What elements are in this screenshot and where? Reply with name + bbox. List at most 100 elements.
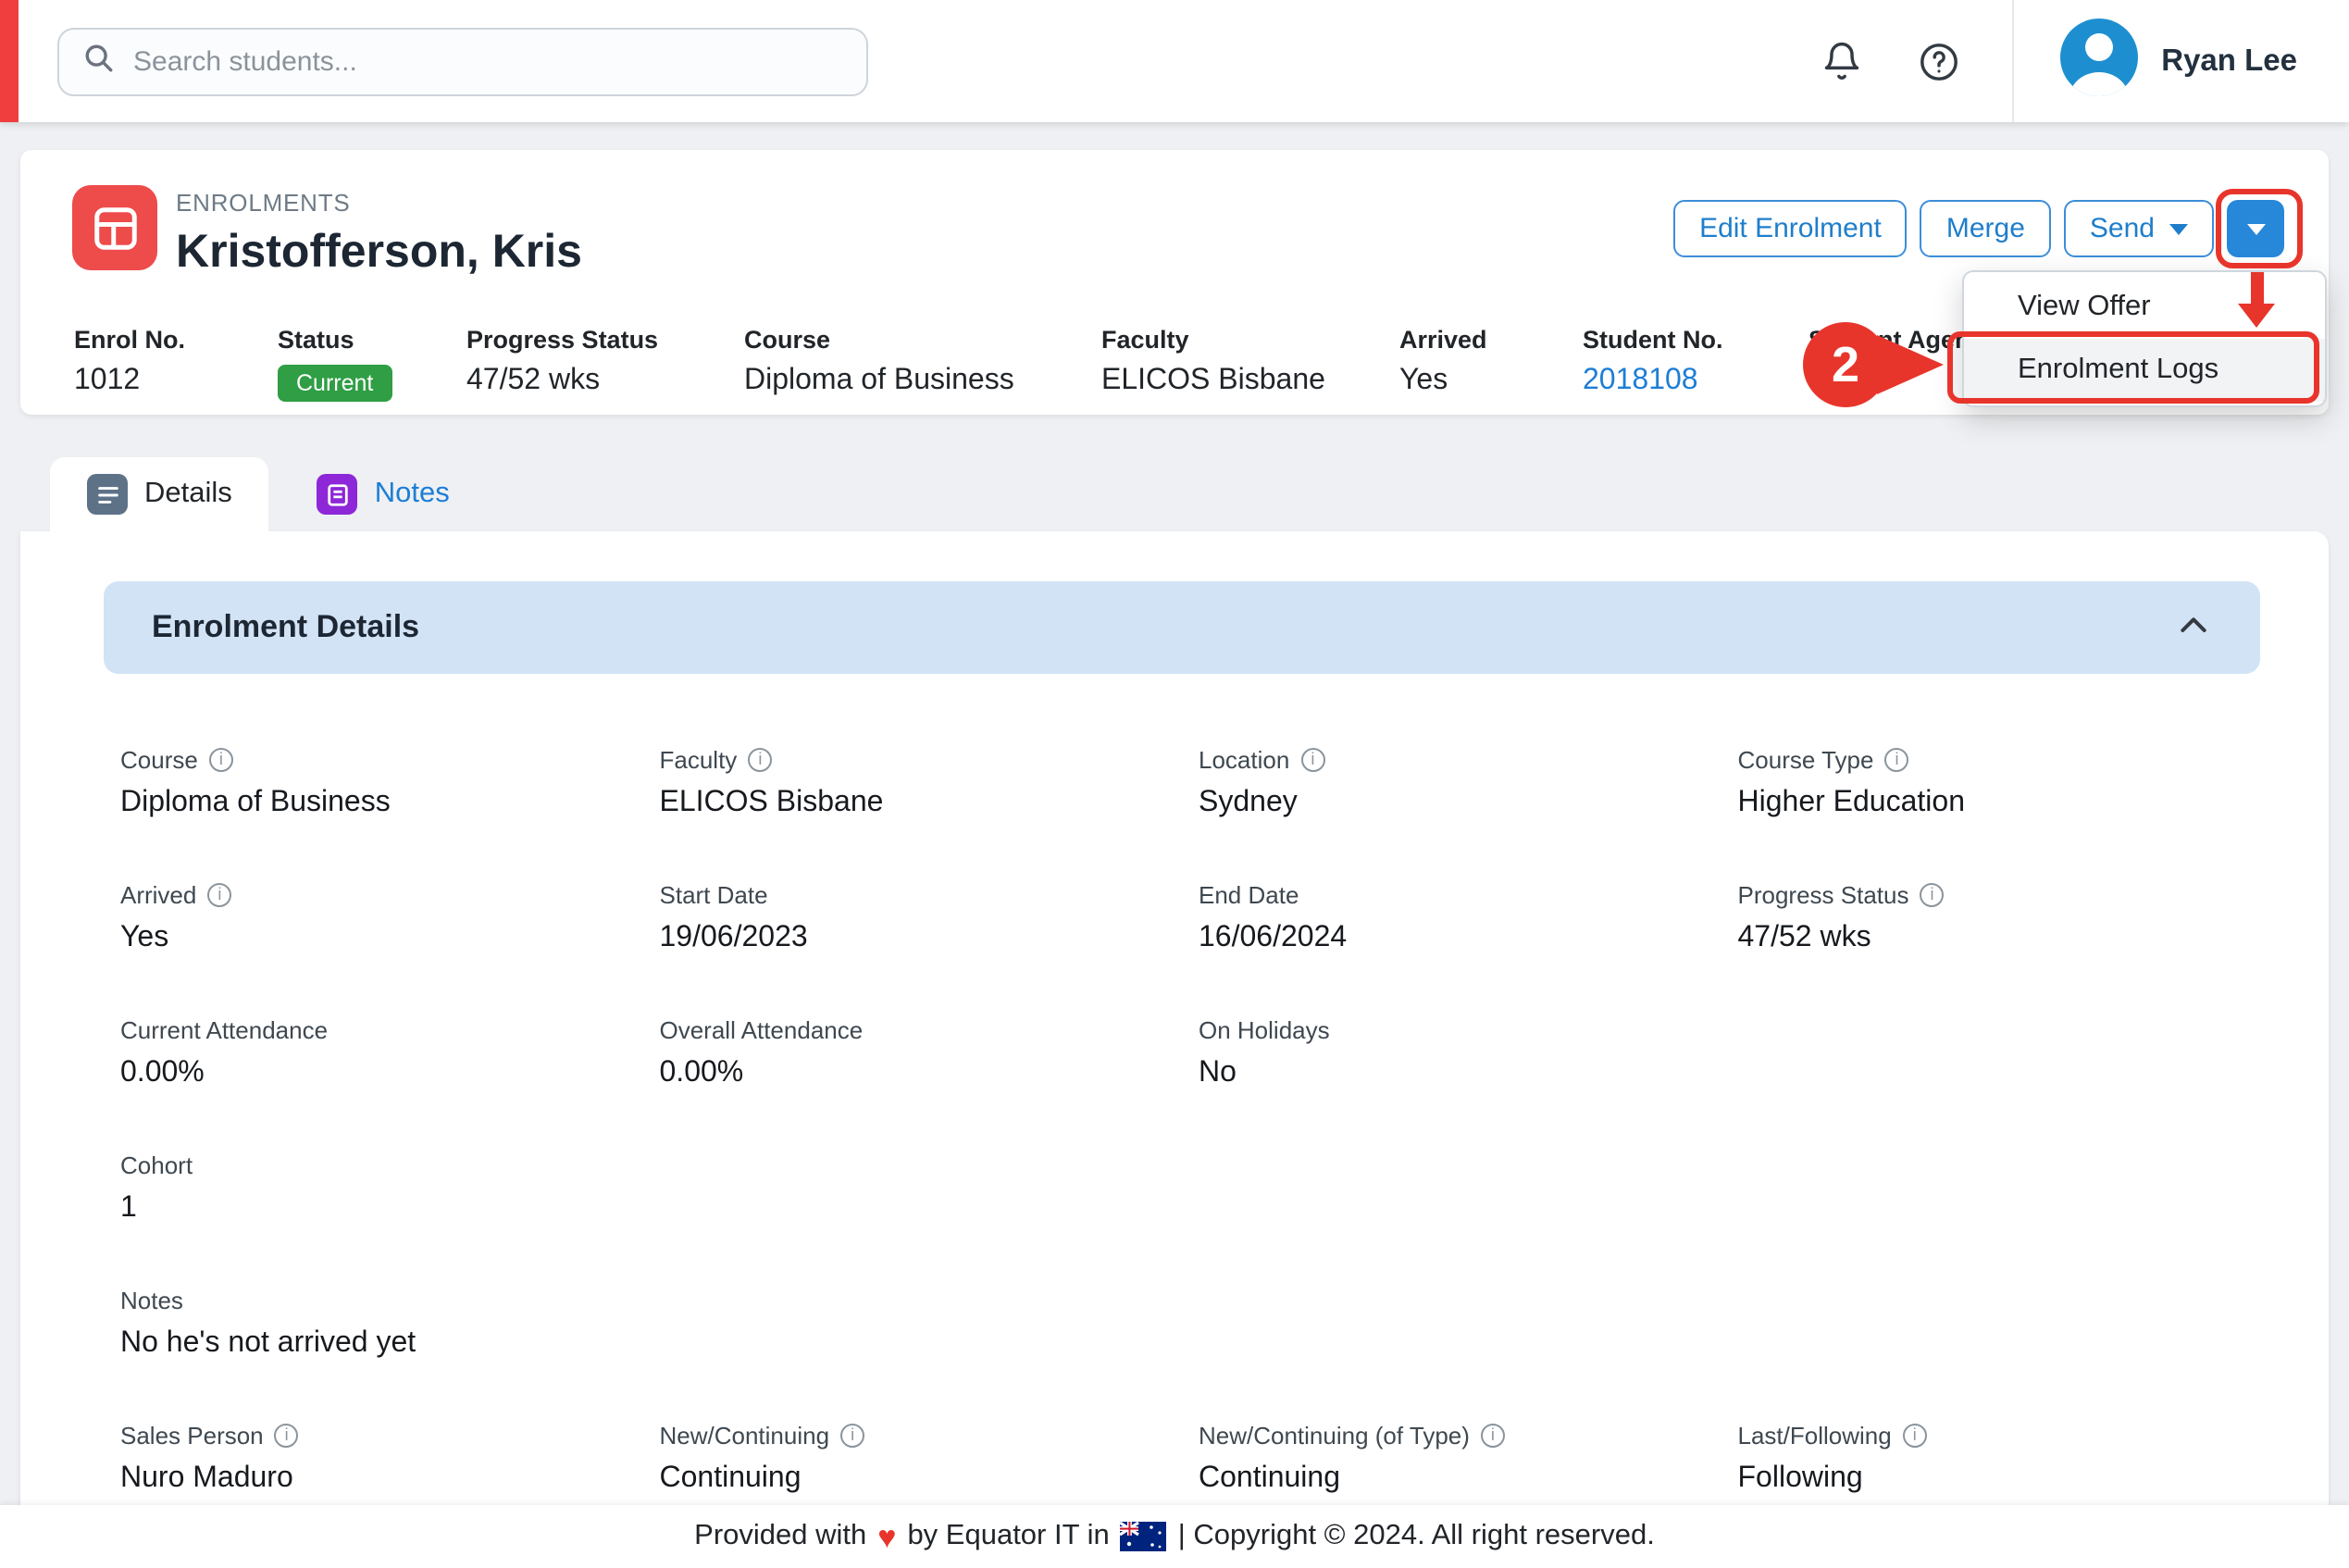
chevron-up-icon (2175, 606, 2212, 649)
enrolment-details-section-header[interactable]: Enrolment Details (104, 581, 2260, 674)
send-button[interactable]: Send (2064, 200, 2214, 257)
field-on-holidays: On Holidays No (1182, 1016, 1721, 1100)
caret-down-icon (2169, 223, 2188, 234)
info-icon[interactable]: i (748, 748, 772, 772)
info-icon[interactable]: i (1300, 748, 1324, 772)
app-root: Ryan Lee ENROLMENTS Kristofferson, Kris … (0, 0, 2349, 1568)
field-value: Continuing (660, 1462, 1183, 1496)
info-icon[interactable]: i (207, 883, 231, 907)
footer: Provided with ♥ by Equator IT in (0, 1505, 2349, 1568)
search-input[interactable] (133, 46, 842, 78)
header-actions: Edit Enrolment Merge Send (1673, 200, 2284, 257)
field-empty (643, 1151, 1183, 1235)
section-title: Enrolment Details (152, 609, 2175, 646)
field-label: Notes (120, 1287, 643, 1314)
search-box[interactable] (57, 28, 868, 96)
info-icon[interactable]: i (275, 1424, 299, 1448)
field-last-following: Last/Following i Following (1721, 1422, 2261, 1505)
field-value: Diploma of Business (120, 787, 643, 820)
student-no-link[interactable]: 2018108 (1583, 365, 1723, 398)
edit-enrolment-button[interactable]: Edit Enrolment (1673, 200, 1908, 257)
field-label: Location i (1199, 746, 1721, 774)
info-icon[interactable]: i (1884, 748, 1908, 772)
annotation-step-badge: 2 (1803, 322, 1888, 407)
field-value: Following (1738, 1462, 2261, 1496)
info-col-arrived: ArrivedYes (1399, 326, 1487, 398)
field-label: Course Type i (1738, 746, 2261, 774)
more-actions-dropdown-toggle[interactable] (2227, 200, 2284, 257)
help-icon[interactable] (1917, 40, 1959, 82)
field-course: CourseiDiploma of Business (104, 746, 643, 829)
footer-text-mid: by Equator IT in (907, 1520, 1109, 1553)
info-value: Diploma of Business (744, 365, 1014, 398)
heart-icon: ♥ (877, 1521, 896, 1552)
field-faculty: Facultyi ELICOS Bisbane (643, 746, 1183, 829)
field-label-text: Sales Person (120, 1422, 264, 1450)
field-label-text: Start Date (660, 881, 768, 909)
field-label-text: Notes (120, 1287, 183, 1314)
menu-item-enrolment-logs[interactable]: Enrolment Logs (1964, 339, 2325, 402)
field-value: No (1199, 1057, 1721, 1090)
field-value: 16/06/2024 (1199, 922, 1721, 955)
tab-bar: Details Notes (20, 457, 487, 531)
field-label: Sales Person i (120, 1422, 643, 1450)
search-icon (83, 42, 115, 82)
field-label: New/Continuingi (660, 1422, 1183, 1450)
enrolments-app-icon (72, 185, 157, 270)
field-location: Location i Sydney (1182, 746, 1721, 829)
notes-tab-icon (317, 474, 358, 515)
collapse-section-button[interactable] (2175, 606, 2212, 649)
field-new-continuing: New/Continuingi Continuing (643, 1422, 1183, 1505)
tab-details[interactable]: Details (50, 457, 269, 531)
footer-copyright: | Copyright © 2024. All right reserved. (1178, 1520, 1655, 1553)
info-value: 47/52 wks (466, 365, 658, 398)
footer-text-pre: Provided with (694, 1520, 866, 1553)
field-notes: Notes No he's not arrived yet (104, 1287, 643, 1370)
field-value: ELICOS Bisbane (660, 787, 1183, 820)
user-menu[interactable]: Ryan Lee (2013, 16, 2349, 106)
info-col-faculty: FacultyELICOS Bisbane (1101, 326, 1325, 398)
field-value: No he's not arrived yet (120, 1327, 643, 1361)
field-label: Facultyi (660, 746, 1183, 774)
field-progress-status: Progress Statusi47/52 wks (1721, 881, 2261, 964)
field-empty (1182, 1287, 1721, 1370)
tab-details-label: Details (144, 478, 232, 511)
field-label-text: Cohort (120, 1151, 193, 1179)
info-label: Arrived (1399, 326, 1487, 354)
field-overall-attendance: Overall Attendance0.00% (643, 1016, 1183, 1100)
field-label-text: Last/Following (1738, 1422, 1892, 1450)
info-icon[interactable]: i (840, 1424, 864, 1448)
field-label: End Date (1199, 881, 1721, 909)
info-icon[interactable]: i (209, 748, 233, 772)
more-actions-menu: View OfferEnrolment Logs (1962, 270, 2327, 407)
field-label-text: Location (1199, 746, 1289, 774)
australia-flag-icon (1121, 1522, 1167, 1551)
info-col-enrol-no: Enrol No.1012 (74, 326, 185, 398)
field-value: Sydney (1199, 787, 1721, 820)
info-icon[interactable]: i (1903, 1424, 1927, 1448)
field-label-text: Arrived (120, 881, 196, 909)
info-label: Status (278, 326, 392, 354)
field-empty (643, 1287, 1183, 1370)
info-icon[interactable]: i (1920, 883, 1945, 907)
info-col-course: CourseDiploma of Business (744, 326, 1014, 398)
info-icon[interactable]: i (1481, 1424, 1505, 1448)
field-label-text: On Holidays (1199, 1016, 1330, 1044)
tab-notes[interactable]: Notes (280, 457, 487, 531)
info-value: ELICOS Bisbane (1101, 365, 1325, 398)
field-label: New/Continuing (of Type)i (1199, 1422, 1721, 1450)
details-tab-icon (87, 474, 128, 515)
field-empty (1721, 1016, 2261, 1100)
field-label: Current Attendance (120, 1016, 643, 1044)
notifications-bell-icon[interactable] (1821, 41, 1861, 81)
field-value: 0.00% (120, 1057, 643, 1090)
topbar: Ryan Lee (0, 0, 2349, 122)
header-titles: ENROLMENTS Kristofferson, Kris (176, 189, 582, 280)
field-end-date: End Date 16/06/2024 (1182, 881, 1721, 964)
field-value: 47/52 wks (1738, 922, 2261, 955)
field-value: Higher Education (1738, 787, 2261, 820)
enrolment-header-card: ENROLMENTS Kristofferson, Kris Edit Enro… (20, 150, 2329, 415)
details-panel: Enrolment Details CourseiDiploma of Busi… (20, 531, 2329, 1568)
field-label-text: Course Type (1738, 746, 1874, 774)
merge-button[interactable]: Merge (1920, 200, 2051, 257)
